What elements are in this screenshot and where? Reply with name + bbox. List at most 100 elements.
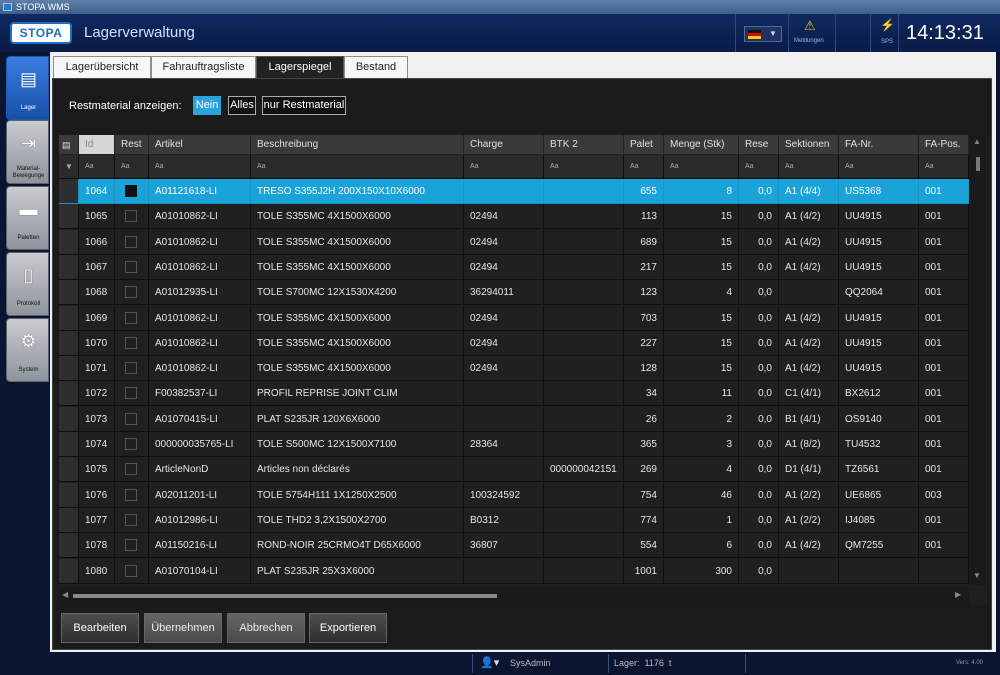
rest-checkbox[interactable] bbox=[125, 286, 137, 299]
table-row[interactable]: 1071 A01010862-LI TOLE S355MC 4X1500X6000 0… bbox=[59, 356, 969, 382]
rest-checkbox[interactable] bbox=[125, 235, 137, 248]
exportieren-button[interactable]: Exportieren bbox=[309, 613, 387, 643]
scroll-up-icon[interactable]: ▲ bbox=[973, 137, 981, 146]
filter-nein-button[interactable]: Nein bbox=[193, 96, 221, 115]
rest-checkbox[interactable] bbox=[125, 311, 137, 324]
rest-checkbox[interactable] bbox=[125, 564, 137, 577]
nav-system[interactable]: ⚙ System bbox=[6, 318, 49, 382]
horizontal-scrollbar[interactable]: ◀ ▶ bbox=[59, 587, 969, 605]
cell-palet: 554 bbox=[624, 533, 664, 559]
table-row[interactable]: 1069 A01010862-LI TOLE S355MC 4X1500X6000 0… bbox=[59, 305, 969, 331]
nav-material-bewegungen[interactable]: ⇥ Material-Bewegunge bbox=[6, 120, 49, 184]
column-header-btk2[interactable]: BTK 2 bbox=[544, 135, 624, 155]
table-row[interactable]: 1066 A01010862-LI TOLE S355MC 4X1500X6000 0… bbox=[59, 229, 969, 255]
tab-lagerspiegel[interactable]: Lagerspiegel bbox=[256, 56, 344, 78]
vertical-scrollbar[interactable]: ▲ ▼ bbox=[969, 135, 987, 585]
filter-nur-restmaterial-button[interactable]: nur Restmaterial bbox=[262, 96, 346, 115]
column-filter-charge[interactable]: Aa bbox=[464, 155, 544, 179]
column-filter-artikel[interactable]: Aa bbox=[149, 155, 251, 179]
table-row[interactable]: 1064 A01121618-LI TRESO S355J2H 200X150X10… bbox=[59, 179, 969, 204]
column-header-palet[interactable]: Palet bbox=[624, 135, 664, 155]
nav-lager[interactable]: ▤ Lager bbox=[6, 56, 49, 120]
rest-checkbox[interactable] bbox=[125, 438, 137, 450]
column-filter-fa-pos[interactable]: Aa bbox=[919, 155, 969, 179]
table-row[interactable]: 1065 A01010862-LI TOLE S355MC 4X1500X6000 0… bbox=[59, 204, 969, 230]
notifications-label: Meldungen bbox=[794, 38, 824, 44]
table-row[interactable]: 1068 A01012935-LI TOLE S700MC 12X1530X4200… bbox=[59, 280, 969, 306]
language-select[interactable]: ▼ bbox=[744, 26, 782, 42]
rest-checkbox[interactable] bbox=[125, 362, 137, 375]
table-row[interactable]: 1077 A01012986-LI TOLE THD2 3,2X1500X2700 B… bbox=[59, 507, 969, 533]
cell-rest bbox=[115, 533, 149, 559]
cell-rese: 0,0 bbox=[739, 254, 779, 280]
user-icon[interactable]: 👤▾ bbox=[480, 656, 499, 669]
column-header-menge[interactable]: Menge (Stk) bbox=[664, 135, 739, 155]
rest-checkbox[interactable] bbox=[125, 185, 137, 197]
column-header-id[interactable]: Id bbox=[79, 135, 115, 155]
rest-checkbox[interactable] bbox=[125, 210, 137, 223]
rest-checkbox[interactable] bbox=[125, 488, 137, 501]
scroll-right-icon[interactable]: ▶ bbox=[955, 590, 961, 599]
table-row[interactable]: 1067 A01010862-LI TOLE S355MC 4X1500X6000 0… bbox=[59, 254, 969, 280]
column-header-rest[interactable]: Rest bbox=[115, 135, 149, 155]
tab-lageruebersicht[interactable]: Lagerübersicht bbox=[53, 56, 151, 78]
column-header-artikel[interactable]: Artikel bbox=[149, 135, 251, 155]
column-header-fa-nr[interactable]: FA-Nr. bbox=[839, 135, 919, 155]
bearbeiten-button[interactable]: Bearbeiten bbox=[61, 613, 139, 643]
scroll-thumb[interactable] bbox=[73, 594, 497, 598]
filter-icon-cell[interactable]: ▼ bbox=[59, 155, 79, 179]
tab-fahrauftragsliste[interactable]: Fahrauftragsliste bbox=[151, 56, 256, 78]
rest-checkbox[interactable] bbox=[125, 387, 137, 400]
column-filter-rese[interactable]: Aa bbox=[739, 155, 779, 179]
nav-protokoll[interactable]: ▯ Protokoll bbox=[6, 252, 49, 316]
column-filter-rest[interactable]: Aa bbox=[115, 155, 149, 179]
rest-checkbox[interactable] bbox=[125, 513, 137, 526]
nav-paletten[interactable]: ▬ Paletten bbox=[6, 186, 49, 250]
column-filter-btk2[interactable]: Aa bbox=[544, 155, 624, 179]
cell-fa-nr: UU4915 bbox=[839, 356, 919, 382]
table-row[interactable]: 1075 ArticleNonD Articles non déclarés 0000… bbox=[59, 457, 969, 483]
table-row[interactable]: 1070 A01010862-LI TOLE S355MC 4X1500X6000 0… bbox=[59, 330, 969, 356]
table-row[interactable]: 1080 A01070104-LI PLAT S235JR 25X3X6000 100… bbox=[59, 558, 969, 584]
status-bar: 👤▾ SysAdmin Lager: 1176 t Vers: 4.00 bbox=[0, 652, 1000, 675]
column-filter-id[interactable]: Aa bbox=[79, 155, 115, 179]
table-row[interactable]: 1072 F00382537-LI PROFIL REPRISE JOINT CLI… bbox=[59, 381, 969, 407]
column-header-fa-pos[interactable]: FA-Pos. bbox=[919, 135, 969, 155]
abbrechen-button[interactable]: Abbrechen bbox=[227, 613, 305, 643]
cell-id: 1071 bbox=[79, 356, 115, 382]
column-header-charge[interactable]: Charge bbox=[464, 135, 544, 155]
filter-alles-button[interactable]: Alles bbox=[228, 96, 256, 115]
table-row[interactable]: 1076 A02011201-LI TOLE 5754H111 1X1250X250… bbox=[59, 482, 969, 508]
tab-bestand[interactable]: Bestand bbox=[344, 56, 408, 78]
cell-menge: 15 bbox=[664, 305, 739, 331]
cell-charge: 02494 bbox=[464, 356, 544, 382]
table-row[interactable]: 1074 000000035765-LI TOLE S500MC 12X1500X7… bbox=[59, 432, 969, 457]
column-header-beschreibung[interactable]: Beschreibung bbox=[251, 135, 464, 155]
table-row[interactable]: 1078 A01150216-LI ROND-NOIR 25CRMO4T D65X6… bbox=[59, 533, 969, 559]
cell-sektionen: D1 (4/1) bbox=[779, 457, 839, 483]
rest-checkbox[interactable] bbox=[125, 260, 137, 273]
column-filter-menge[interactable]: Aa bbox=[664, 155, 739, 179]
scroll-thumb[interactable] bbox=[976, 157, 980, 171]
scroll-left-icon[interactable]: ◀ bbox=[62, 590, 68, 599]
table-row[interactable]: 1073 A01070415-LI PLAT S235JR 120X6X6000 26… bbox=[59, 406, 969, 432]
column-filter-beschreibung[interactable]: Aa bbox=[251, 155, 464, 179]
rest-checkbox[interactable] bbox=[125, 539, 137, 552]
rest-checkbox[interactable] bbox=[125, 336, 137, 349]
column-header-rese[interactable]: Rese bbox=[739, 135, 779, 155]
rest-checkbox[interactable] bbox=[125, 412, 137, 425]
column-filter-palet[interactable]: Aa bbox=[624, 155, 664, 179]
scroll-down-icon[interactable]: ▼ bbox=[973, 571, 981, 580]
row-indicator bbox=[59, 507, 79, 533]
warehouse-icon: ▤ bbox=[19, 69, 37, 89]
warning-icon[interactable]: ⚠ bbox=[804, 18, 816, 34]
cell-beschreibung: TOLE S355MC 4X1500X6000 bbox=[251, 305, 464, 331]
cell-palet: 34 bbox=[624, 381, 664, 407]
column-header-sektionen[interactable]: Sektionen bbox=[779, 135, 839, 155]
filter-icon[interactable]: ▼ bbox=[65, 162, 73, 171]
column-filter-sektionen[interactable]: Aa bbox=[779, 155, 839, 179]
column-filter-fa-nr[interactable]: Aa bbox=[839, 155, 919, 179]
rest-checkbox[interactable] bbox=[125, 463, 137, 476]
uebernehmen-button[interactable]: Übernehmen bbox=[144, 613, 222, 643]
column-settings-icon[interactable]: ▤ bbox=[62, 140, 71, 150]
